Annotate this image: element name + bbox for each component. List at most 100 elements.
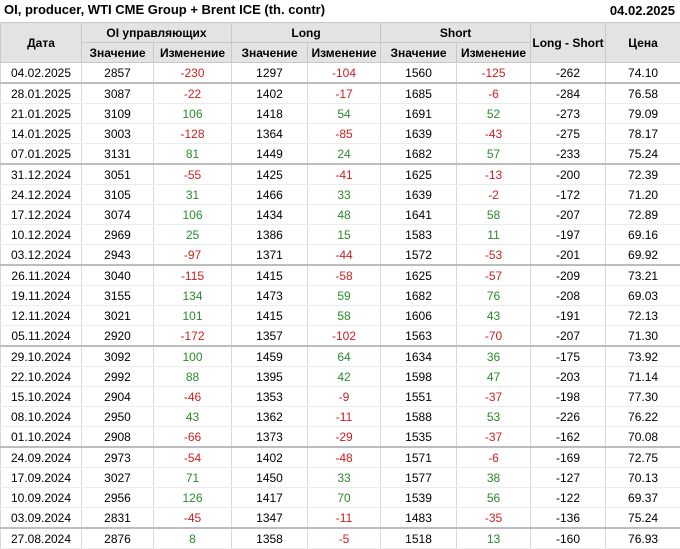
table-row: 17.09.2024302771145033157738-12770.13	[1, 468, 680, 488]
cell-long-change: -85	[308, 124, 381, 144]
cell-date: 17.09.2024	[1, 468, 82, 488]
cell-long-short: -169	[531, 447, 606, 468]
cell-short-change: -35	[457, 508, 531, 529]
cell-long-change: -102	[308, 326, 381, 347]
cell-oi-change: 106	[154, 104, 232, 124]
table-row: 21.01.20253109106141854169152-27379.09	[1, 104, 680, 124]
cell-short-value: 1634	[381, 346, 457, 367]
cell-long-value: 1415	[232, 306, 308, 326]
cell-date: 08.10.2024	[1, 407, 82, 427]
cell-long-value: 1450	[232, 468, 308, 488]
cell-price: 76.58	[606, 83, 680, 104]
cell-short-value: 1483	[381, 508, 457, 529]
cell-short-value: 1571	[381, 447, 457, 468]
cell-short-change: 43	[457, 306, 531, 326]
cell-date: 03.12.2024	[1, 245, 82, 266]
cell-long-short: -209	[531, 265, 606, 286]
cell-date: 01.10.2024	[1, 427, 82, 448]
cell-short-value: 1588	[381, 407, 457, 427]
cell-oi-change: -97	[154, 245, 232, 266]
table-row: 29.10.20243092100145964163436-17573.92	[1, 346, 680, 367]
cell-date: 10.12.2024	[1, 225, 82, 245]
cell-short-value: 1551	[381, 387, 457, 407]
cell-oi-value: 2920	[82, 326, 154, 347]
cell-long-change: -11	[308, 407, 381, 427]
cell-long-change: -44	[308, 245, 381, 266]
cell-oi-change: -128	[154, 124, 232, 144]
cell-short-change: -13	[457, 164, 531, 185]
cell-short-value: 1625	[381, 265, 457, 286]
cell-oi-value: 3003	[82, 124, 154, 144]
cell-price: 76.22	[606, 407, 680, 427]
cell-short-value: 1641	[381, 205, 457, 225]
cell-oi-value: 2956	[82, 488, 154, 508]
cell-short-value: 1625	[381, 164, 457, 185]
cell-long-value: 1449	[232, 144, 308, 165]
cell-short-change: 58	[457, 205, 531, 225]
cell-long-value: 1371	[232, 245, 308, 266]
cell-long-short: -160	[531, 528, 606, 549]
cell-short-change: 52	[457, 104, 531, 124]
cell-oi-value: 2943	[82, 245, 154, 266]
cell-oi-value: 3040	[82, 265, 154, 286]
cell-short-change: -70	[457, 326, 531, 347]
cell-long-change: 58	[308, 306, 381, 326]
cell-long-change: -48	[308, 447, 381, 468]
table-row: 24.09.20242973-541402-481571-6-16972.75	[1, 447, 680, 468]
table-row: 26.11.20243040-1151415-581625-57-20973.2…	[1, 265, 680, 286]
cell-long-value: 1297	[232, 63, 308, 84]
cell-price: 79.09	[606, 104, 680, 124]
cell-long-short: -127	[531, 468, 606, 488]
cell-oi-change: -54	[154, 447, 232, 468]
col-header-long-short: Long - Short	[531, 23, 606, 63]
cell-price: 72.89	[606, 205, 680, 225]
cell-long-change: -41	[308, 164, 381, 185]
cell-oi-change: -55	[154, 164, 232, 185]
cell-long-change: -9	[308, 387, 381, 407]
report-date: 04.02.2025	[610, 3, 675, 18]
cell-price: 75.24	[606, 144, 680, 165]
cell-date: 24.09.2024	[1, 447, 82, 468]
cell-long-short: -207	[531, 205, 606, 225]
table-row: 17.12.20243074106143448164158-20772.89	[1, 205, 680, 225]
cell-long-change: -29	[308, 427, 381, 448]
table-row: 03.09.20242831-451347-111483-35-13675.24	[1, 508, 680, 529]
cell-long-value: 1402	[232, 447, 308, 468]
cell-short-value: 1572	[381, 245, 457, 266]
cell-long-short: -175	[531, 346, 606, 367]
cell-long-short: -273	[531, 104, 606, 124]
cell-long-value: 1362	[232, 407, 308, 427]
cell-long-short: -226	[531, 407, 606, 427]
cell-long-short: -197	[531, 225, 606, 245]
cell-long-short: -200	[531, 164, 606, 185]
cell-long-change: -11	[308, 508, 381, 529]
cell-long-value: 1358	[232, 528, 308, 549]
cell-oi-value: 3087	[82, 83, 154, 104]
cell-long-short: -201	[531, 245, 606, 266]
cell-short-value: 1583	[381, 225, 457, 245]
cell-price: 73.21	[606, 265, 680, 286]
cell-long-value: 1386	[232, 225, 308, 245]
cell-date: 24.12.2024	[1, 185, 82, 205]
cell-oi-value: 3105	[82, 185, 154, 205]
cell-price: 72.75	[606, 447, 680, 468]
cell-long-short: -172	[531, 185, 606, 205]
cell-oi-value: 2950	[82, 407, 154, 427]
cell-oi-change: 126	[154, 488, 232, 508]
cell-long-value: 1347	[232, 508, 308, 529]
cell-date: 14.01.2025	[1, 124, 82, 144]
col-header-long: Long	[232, 23, 381, 43]
table-row: 10.09.20242956126141770153956-12269.37	[1, 488, 680, 508]
cell-date: 22.10.2024	[1, 367, 82, 387]
cell-long-change: 48	[308, 205, 381, 225]
cell-short-value: 1539	[381, 488, 457, 508]
cell-oi-value: 2876	[82, 528, 154, 549]
cell-oi-value: 3109	[82, 104, 154, 124]
cell-long-change: 64	[308, 346, 381, 367]
col-header-oi-change: Изменение	[154, 43, 232, 63]
cell-long-value: 1415	[232, 265, 308, 286]
cell-date: 03.09.2024	[1, 508, 82, 529]
cell-short-value: 1639	[381, 185, 457, 205]
cell-oi-value: 2969	[82, 225, 154, 245]
cell-oi-change: 134	[154, 286, 232, 306]
